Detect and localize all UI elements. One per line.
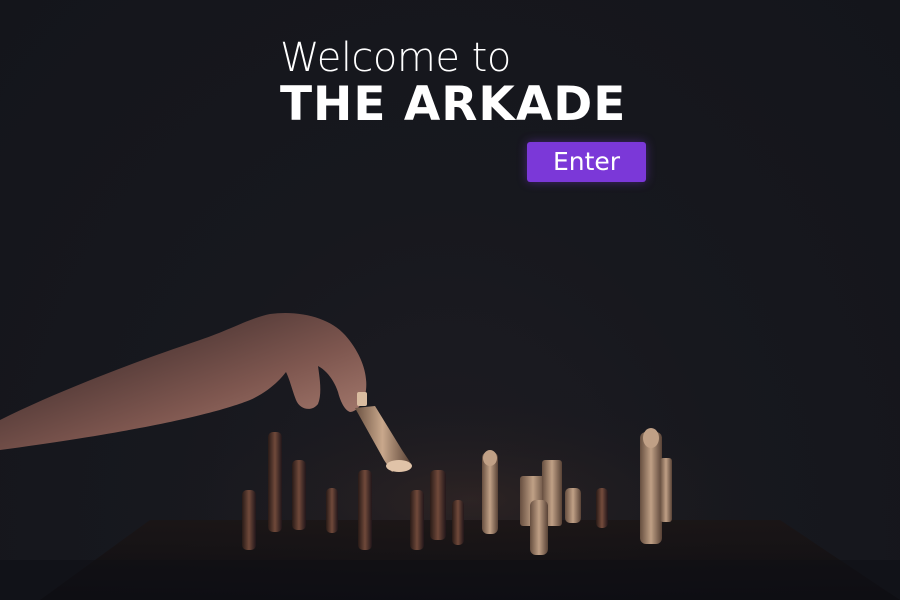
enter-button[interactable]: Enter bbox=[527, 142, 646, 182]
brand-title: THE ARKADE bbox=[280, 77, 627, 132]
hero-section: Welcome to THE ARKADE Enter bbox=[280, 35, 660, 182]
landing-page: Welcome to THE ARKADE Enter bbox=[0, 0, 900, 600]
welcome-text: Welcome to bbox=[280, 35, 511, 81]
